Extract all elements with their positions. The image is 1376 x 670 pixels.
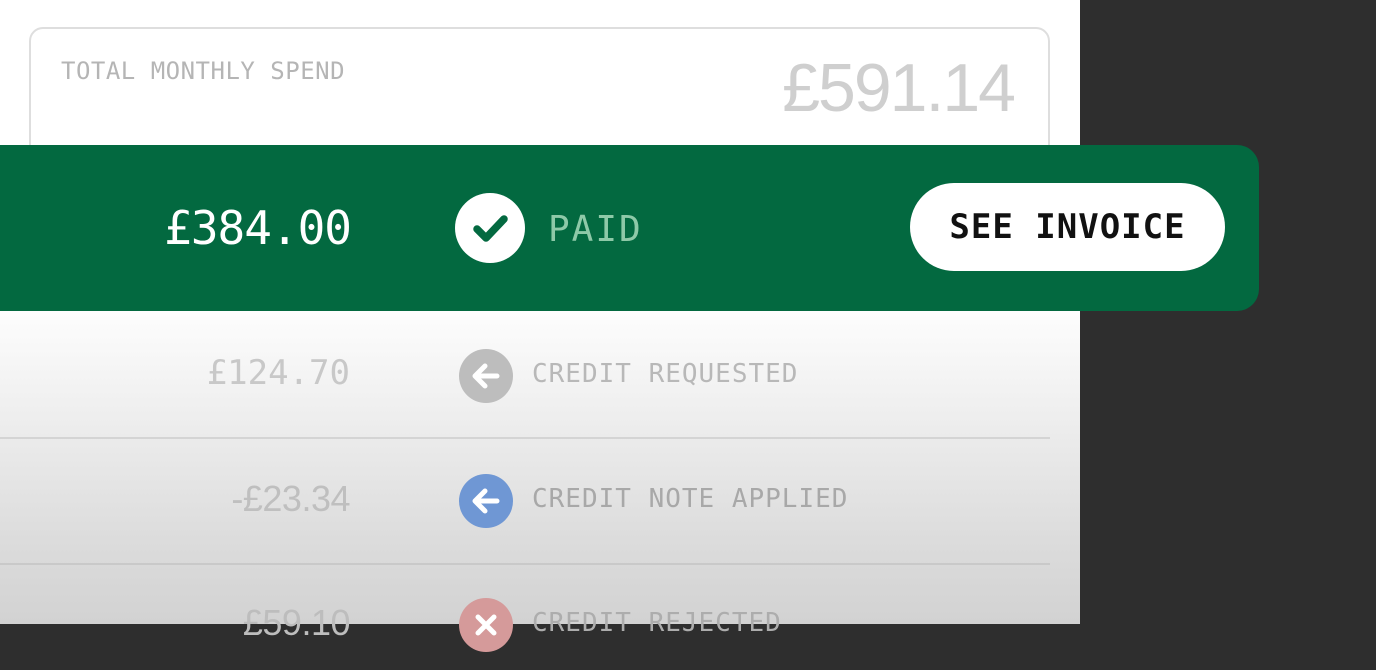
row-amount: £124.70 — [206, 353, 350, 393]
list-item: £124.70 CREDIT REQUESTED — [0, 331, 1050, 421]
row-amount: £59.10 — [242, 602, 351, 643]
check-icon — [455, 193, 525, 263]
arrow-left-icon — [459, 474, 513, 528]
total-spend-amount: £591.14 — [782, 50, 1016, 126]
x-icon — [459, 598, 513, 652]
paid-status: PAID — [548, 209, 643, 250]
row-amount: -£23.34 — [231, 478, 350, 519]
row-status: CREDIT REJECTED — [532, 608, 782, 638]
spend-panel: TOTAL MONTHLY SPEND £591.14 £124.70 CRED… — [0, 0, 1080, 652]
list-item: £59.10 CREDIT REJECTED — [0, 580, 1050, 670]
row-divider — [0, 563, 1050, 565]
see-invoice-button[interactable]: SEE INVOICE — [910, 183, 1225, 271]
paid-invoice-row: £384.00 PAID SEE INVOICE — [0, 145, 1259, 311]
total-spend-label: TOTAL MONTHLY SPEND — [61, 57, 346, 85]
list-item: -£23.34 CREDIT NOTE APPLIED — [0, 456, 1050, 546]
row-status: CREDIT REQUESTED — [532, 359, 799, 389]
arrow-left-icon — [459, 349, 513, 403]
row-divider — [0, 437, 1050, 439]
row-status: CREDIT NOTE APPLIED — [532, 484, 849, 514]
paid-amount: £384.00 — [164, 201, 352, 255]
